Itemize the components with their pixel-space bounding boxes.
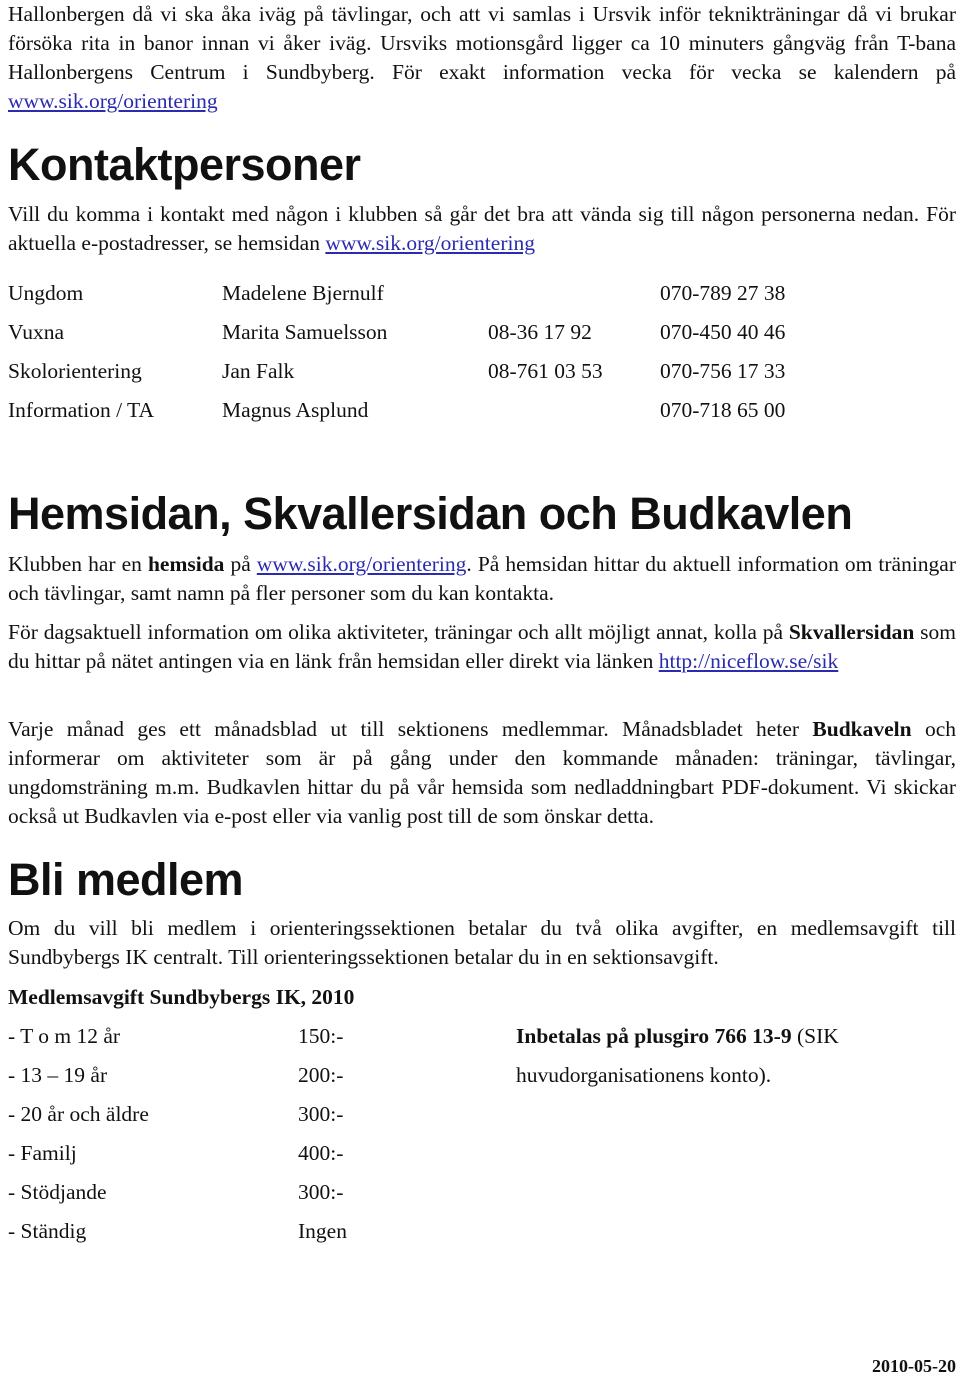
contact-mobile: 070-450 40 46	[660, 320, 786, 344]
payment-info-line1: Inbetalas på plusgiro 766 13-9 (SIK	[516, 1021, 839, 1051]
contact-phone: 08-761 03 53	[488, 359, 603, 383]
text: Varje månad ges ett månadsblad ut till s…	[8, 717, 813, 741]
calendar-link[interactable]: www.sik.org/orientering	[8, 89, 218, 113]
budkavlen-paragraph: Varje månad ges ett månadsblad ut till s…	[8, 715, 956, 831]
intro-paragraph: Hallonbergen då vi ska åka iväg på tävli…	[8, 0, 956, 116]
hemsida-paragraph: Klubben har en hemsida på www.sik.org/or…	[8, 550, 956, 608]
contact-role: Vuxna	[8, 320, 65, 344]
contact-name: Marita Samuelsson	[222, 320, 388, 344]
contact-role: Skolorientering	[8, 359, 142, 383]
text: (SIK	[791, 1024, 839, 1048]
contact-name: Jan Falk	[222, 359, 295, 383]
membership-paragraph: Om du vill bli medlem i orienteringssekt…	[8, 916, 956, 969]
section-heading-hemsidan: Hemsidan, Skvallersidan och Budkavlen	[8, 488, 853, 539]
skvallersidan-bold: Skvallersidan	[788, 620, 915, 644]
contact-website-link[interactable]: www.sik.org/orientering	[325, 231, 535, 255]
contact-mobile: 070-789 27 38	[660, 281, 786, 305]
fee-title: Medlemsavgift Sundbybergs IK, 2010	[8, 982, 354, 1012]
contact-name: Magnus Asplund	[222, 398, 369, 422]
homepage-link[interactable]: www.sik.org/orientering	[257, 552, 467, 576]
fee-label: - 20 år och äldre	[8, 1102, 149, 1126]
fee-label: - Ständig	[8, 1219, 87, 1243]
contact-role: Ungdom	[8, 281, 84, 305]
fee-amount: 300:-	[298, 1102, 344, 1126]
text: För dagsaktuell information om olika akt…	[8, 620, 789, 644]
fee-label: - Stödjande	[8, 1180, 107, 1204]
fee-amount: 400:-	[298, 1141, 344, 1165]
payment-info-line2: huvudorganisationens konto).	[516, 1063, 772, 1087]
fee-amount: Ingen	[298, 1219, 347, 1243]
niceflow-link[interactable]: http://niceflow.se/sik	[659, 649, 839, 673]
fee-label: - 13 – 19 år	[8, 1063, 108, 1087]
contact-role: Information / TA	[8, 398, 154, 422]
fee-label: - T o m 12 år	[8, 1024, 121, 1048]
skvallersidan-paragraph: För dagsaktuell information om olika akt…	[8, 618, 956, 676]
contact-name: Madelene Bjernulf	[222, 281, 384, 305]
contact-intro: Vill du komma i kontakt med någon i klub…	[8, 200, 956, 258]
text: Klubben har en	[8, 552, 148, 576]
intro-text: Hallonbergen då vi ska åka iväg på tävli…	[8, 2, 956, 84]
section-heading-kontaktpersoner: Kontaktpersoner	[8, 139, 361, 190]
footer-date: 2010-05-20	[872, 1356, 956, 1376]
fee-amount: 300:-	[298, 1180, 344, 1204]
text: på	[224, 552, 257, 576]
budkaveln-bold: Budkaveln	[812, 717, 912, 741]
fee-title-text: Medlemsavgift Sundbybergs IK, 2010	[8, 985, 355, 1009]
fee-amount: 200:-	[298, 1063, 344, 1087]
plusgiro-bold: Inbetalas på plusgiro 766 13-9	[516, 1024, 792, 1048]
fee-label: - Familj	[8, 1141, 77, 1165]
fee-amount: 150:-	[298, 1024, 344, 1048]
contact-phone: 08-36 17 92	[488, 320, 592, 344]
contact-mobile: 070-718 65 00	[660, 398, 786, 422]
section-heading-bli-medlem: Bli medlem	[8, 854, 244, 905]
contact-mobile: 070-756 17 33	[660, 359, 786, 383]
hemsida-bold: hemsida	[147, 552, 225, 576]
